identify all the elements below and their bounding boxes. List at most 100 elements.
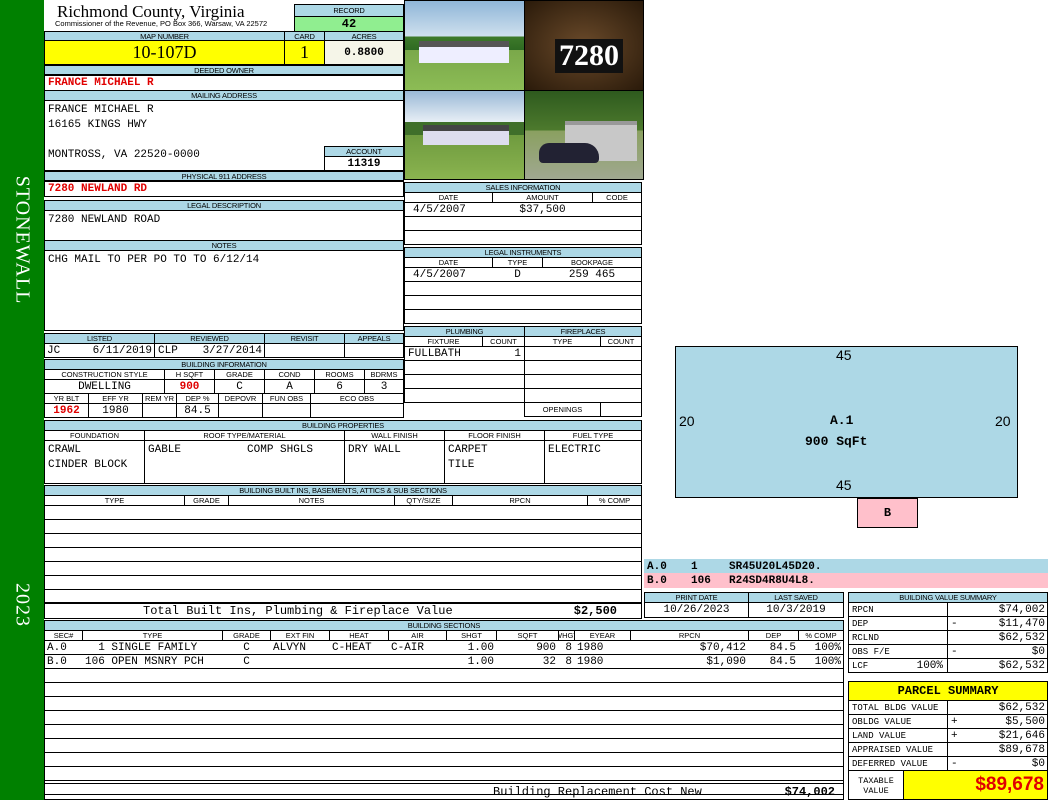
building-properties-value: DRY WALL xyxy=(344,440,445,484)
house-photo-front xyxy=(404,0,525,91)
carport-photo xyxy=(524,90,644,180)
sales-empty-row xyxy=(404,216,642,231)
record-value: 42 xyxy=(294,16,404,32)
parcel-summary-value: $89,678 xyxy=(998,743,1045,756)
building-info-value: 84.5 xyxy=(176,403,219,418)
sections-empty-row xyxy=(44,710,844,725)
value-summary-pct xyxy=(880,644,946,659)
sections-cell: 1.00 xyxy=(467,655,494,668)
builtins-empty-row xyxy=(44,519,642,534)
sketch-dim-top: 45 xyxy=(836,347,852,363)
replacement-cost-value: $74,002 xyxy=(784,784,835,799)
sections-empty-row xyxy=(44,738,844,753)
sketch-area-label: 900 SqFt xyxy=(805,434,868,449)
plumbing-fixture: FULLBATH xyxy=(408,347,461,360)
fireplace-empty-row xyxy=(524,374,642,389)
openings-value xyxy=(600,402,642,417)
sections-cell: 1.00 xyxy=(467,641,494,654)
builtins-empty-row xyxy=(44,533,642,548)
building-info-value: 6 xyxy=(314,379,365,394)
builtins-empty-row xyxy=(44,547,642,562)
building-info-value: DWELLING xyxy=(44,379,165,394)
parcel-summary-name: TOTAL BLDG VALUE xyxy=(848,700,948,715)
sections-cell: 1980 xyxy=(577,655,604,668)
map-number-value: 10-107D xyxy=(44,40,285,65)
value-summary-pct xyxy=(880,630,946,645)
sections-cell: 100% xyxy=(814,655,841,668)
building-properties-value: CRAWL CINDER BLOCK xyxy=(44,440,145,484)
house-number-photo: 7280 xyxy=(524,0,644,91)
value-summary-value: $0 xyxy=(1031,645,1045,658)
sections-cell xyxy=(270,654,330,669)
value-summary-op xyxy=(948,630,962,645)
sections-empty-row xyxy=(44,668,844,683)
plumbing-empty-row xyxy=(404,360,525,375)
taxable-label: TAXABLE VALUE xyxy=(848,770,904,800)
parcel-summary-op: - xyxy=(951,757,958,770)
listed-cell xyxy=(44,343,155,358)
parcel-summary-name: DEFERRED VALUE xyxy=(848,756,948,771)
instrument-empty-row xyxy=(404,281,642,296)
sections-cell: C-HEAT xyxy=(332,641,372,654)
building-properties-value: ELECTRIC xyxy=(544,440,642,484)
instrument-empty-row xyxy=(404,309,642,324)
replacement-cost-label: Building Replacement Cost New xyxy=(493,784,702,799)
building-info-value: C xyxy=(214,379,265,394)
value-summary-value: $11,470 xyxy=(998,617,1045,630)
value-summary-value: $74,002 xyxy=(998,603,1045,616)
reviewed-date: 3/27/2014 xyxy=(202,344,262,357)
sections-cell: 1 SINGLE FAMILY xyxy=(85,641,198,654)
sale-date: 4/5/2007 xyxy=(413,203,466,216)
sidebar: STONEWALL 2023 xyxy=(0,0,44,800)
sales-empty-row xyxy=(404,230,642,245)
sections-cell: B.0 xyxy=(47,655,67,668)
physical-address-label: PHYSICAL 911 ADDRESS xyxy=(44,171,404,181)
house-photo-side xyxy=(404,90,525,180)
plumbing-count: 1 xyxy=(514,347,521,360)
sale-amount: $37,500 xyxy=(519,203,566,216)
building-info-value xyxy=(218,403,263,418)
sketch-section-label: A.1 xyxy=(830,413,854,428)
sketch-dim-left: 20 xyxy=(679,413,695,429)
value-summary-pct xyxy=(880,602,946,617)
sections-empty-row xyxy=(44,724,844,739)
sections-cell: C-AIR xyxy=(391,641,425,654)
sections-empty-row xyxy=(44,682,844,697)
parcel-summary-label: PARCEL SUMMARY xyxy=(848,681,1048,701)
sections-cell: 100% xyxy=(814,641,841,654)
reviewed-by: CLP xyxy=(158,344,178,357)
district-label: STONEWALL xyxy=(11,175,34,305)
owner-label: DEEDED OWNER xyxy=(44,65,404,75)
value-summary-pct xyxy=(880,616,946,631)
builtins-total-value: $2,500 xyxy=(573,603,617,618)
sale-code xyxy=(592,202,642,217)
appeals-value xyxy=(344,343,404,358)
last-saved: 10/3/2019 xyxy=(748,602,844,618)
card-value: 1 xyxy=(284,40,325,65)
sketch-dim-right: 20 xyxy=(995,413,1011,429)
instrument-bookpage: 259 465 xyxy=(568,268,616,281)
building-info-value xyxy=(310,403,404,418)
sections-cell: 84.5 xyxy=(769,641,796,654)
parcel-summary-op xyxy=(948,742,962,757)
value-summary-value: $62,532 xyxy=(998,659,1045,672)
sections-empty-row xyxy=(44,766,844,781)
sections-cell xyxy=(329,654,389,669)
building-info-value xyxy=(142,403,177,418)
sections-cell: 8 xyxy=(565,655,572,668)
acres-value: 0.8800 xyxy=(324,40,404,65)
parcel-summary-value: $0 xyxy=(1031,757,1045,770)
revisit-value xyxy=(264,343,345,358)
sections-cell: 84.5 xyxy=(769,655,796,668)
builtins-empty-row xyxy=(44,575,642,590)
fireplace-empty-row xyxy=(524,360,642,375)
sections-cell: 900 xyxy=(536,641,556,654)
sketch-section-b[interactable]: B xyxy=(857,498,918,528)
sections-cell: 32 xyxy=(542,655,556,668)
value-summary-op xyxy=(948,602,962,617)
value-summary-pct: 100% xyxy=(916,659,943,672)
notes-text: CHG MAIL TO PER PO TO TO 6/12/14 xyxy=(44,250,404,331)
sections-cell: ALVYN xyxy=(273,641,307,654)
building-info-value: 1962 xyxy=(44,403,89,418)
value-summary-value: $62,532 xyxy=(998,631,1045,644)
